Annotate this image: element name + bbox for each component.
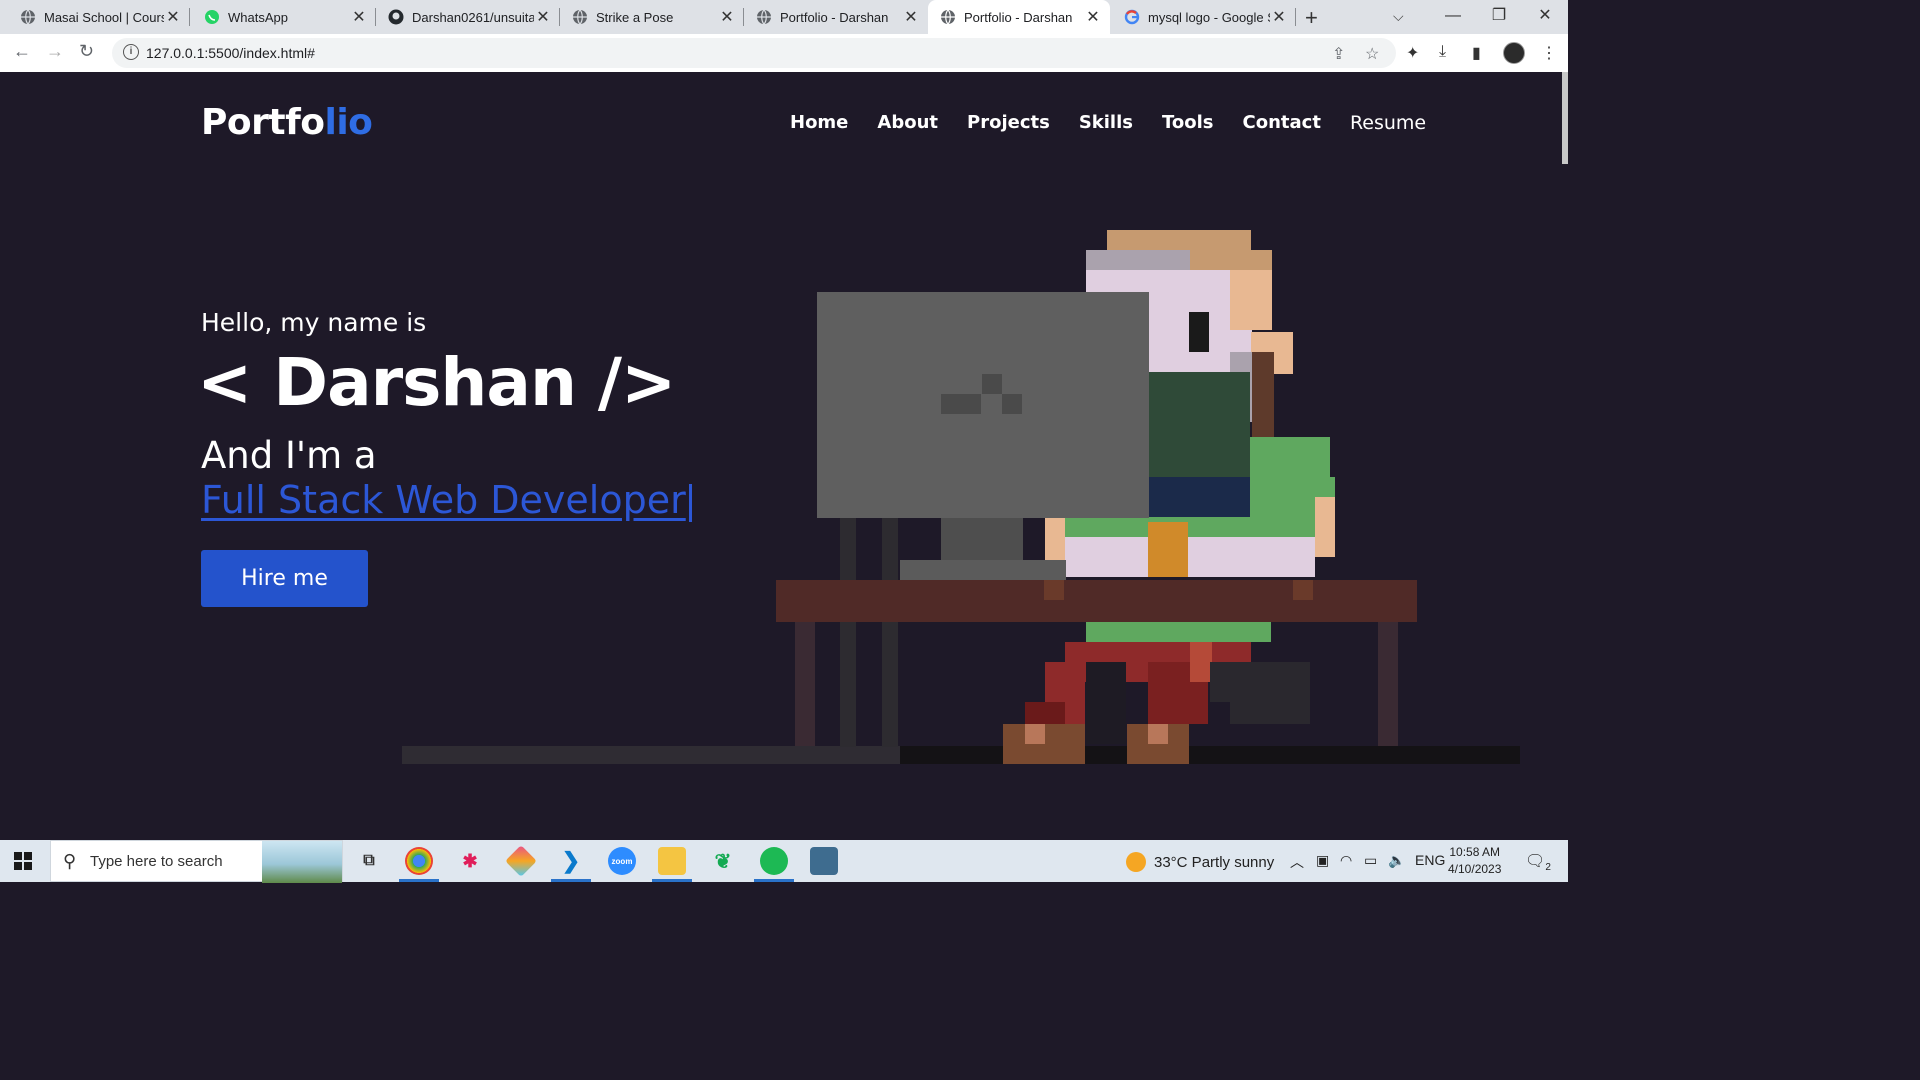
minimize-button[interactable]: — <box>1430 0 1476 34</box>
window-controls: — ❐ ✕ <box>1430 0 1568 34</box>
close-tab-icon[interactable]: ✕ <box>1084 7 1102 27</box>
close-tab-icon[interactable]: ✕ <box>164 7 182 27</box>
tab-title: Masai School | Course <box>44 9 164 25</box>
close-tab-icon[interactable]: ✕ <box>534 7 552 27</box>
tab-github[interactable]: Darshan0261/unsuita ✕ <box>368 0 560 34</box>
nav-skills[interactable]: Skills <box>1079 112 1133 134</box>
intro-text: And I'm a <box>201 434 377 477</box>
tab-title: WhatsApp <box>228 9 288 25</box>
git-icon[interactable] <box>505 845 537 877</box>
search-placeholder: Type here to search <box>90 853 223 870</box>
logo-main-text: Portfo <box>201 102 325 143</box>
weather-widget[interactable]: 33°C Partly sunny <box>1126 852 1274 872</box>
language-indicator[interactable]: ENG <box>1415 852 1445 868</box>
tab-mysql-search[interactable]: mysql logo - Google S ✕ <box>1104 0 1296 34</box>
share-icon[interactable]: ⇪ <box>1332 44 1345 64</box>
search-highlight-image <box>262 841 342 883</box>
notification-center-icon[interactable]: 🗨2 <box>1525 851 1551 873</box>
close-tab-icon[interactable]: ✕ <box>350 7 368 27</box>
side-panel-icon[interactable]: ▮ <box>1472 43 1481 63</box>
menu-kebab-icon[interactable]: ⋮ <box>1541 43 1557 63</box>
whatsapp-icon <box>205 10 219 24</box>
taskbar-search-box[interactable]: ⚲ Type here to search <box>50 840 343 883</box>
system-clock[interactable]: 10:58 AM 4/10/2023 <box>1448 844 1501 878</box>
tab-title: mysql logo - Google S <box>1148 9 1270 25</box>
page-scrollbar[interactable] <box>1562 72 1568 164</box>
volume-icon[interactable]: 🔈 <box>1388 852 1405 869</box>
nav-projects[interactable]: Projects <box>967 112 1050 134</box>
weather-text: 33°C Partly sunny <box>1154 853 1275 871</box>
address-bar[interactable]: i 127.0.0.1:5500/index.html# ⇪ ☆ <box>112 38 1396 68</box>
nav-tools[interactable]: Tools <box>1162 112 1214 134</box>
close-tab-icon[interactable]: ✕ <box>718 7 736 27</box>
tab-search-chevron-icon[interactable]: ⌵ <box>1393 8 1404 25</box>
forward-arrow-icon[interactable]: → <box>46 41 64 62</box>
hire-me-button[interactable]: Hire me <box>201 550 368 607</box>
reload-icon[interactable]: ↻ <box>79 41 94 62</box>
close-window-button[interactable]: ✕ <box>1522 0 1568 34</box>
vscode-icon[interactable]: ❯ <box>551 847 591 882</box>
tab-title: Portfolio - Darshan <box>780 9 889 25</box>
partly-sunny-icon <box>1126 852 1146 872</box>
windows-start-icon[interactable] <box>14 852 32 870</box>
browser-tab-strip: Masai School | Course ✕ WhatsApp ✕ Darsh… <box>0 0 1568 34</box>
battery-icon[interactable]: ▭ <box>1364 852 1377 869</box>
tab-portfolio-1[interactable]: Portfolio - Darshan ✕ <box>736 0 928 34</box>
nav-resume[interactable]: Resume <box>1350 112 1426 134</box>
back-arrow-icon[interactable]: ← <box>13 41 31 62</box>
zoom-icon[interactable]: zoom <box>608 847 636 875</box>
task-view-icon[interactable]: ⧉ <box>355 847 383 875</box>
new-tab-button[interactable]: + <box>1305 5 1318 31</box>
close-tab-icon[interactable]: ✕ <box>1270 7 1288 27</box>
mysql-workbench-icon[interactable] <box>810 847 838 875</box>
bookmark-star-icon[interactable]: ☆ <box>1365 44 1379 64</box>
nav-contact[interactable]: Contact <box>1243 112 1321 134</box>
extensions-puzzle-icon[interactable]: ✦ <box>1406 43 1419 63</box>
restore-button[interactable]: ❐ <box>1476 0 1522 34</box>
tab-whatsapp[interactable]: WhatsApp ✕ <box>184 0 376 34</box>
mongodb-icon[interactable]: ❦ <box>709 847 737 875</box>
tab-portfolio-active[interactable]: Portfolio - Darshan ✕ <box>928 0 1110 34</box>
file-explorer-icon[interactable] <box>652 847 692 882</box>
globe-icon <box>941 9 955 25</box>
slack-icon[interactable]: ✱ <box>456 847 484 875</box>
wifi-icon[interactable]: ◠ <box>1340 852 1352 869</box>
meet-now-icon[interactable]: ▣ <box>1316 852 1329 869</box>
nav-about[interactable]: About <box>877 112 938 134</box>
globe-icon <box>757 9 771 25</box>
tab-title: Portfolio - Darshan <box>964 9 1073 25</box>
clock-time: 10:58 AM <box>1449 845 1501 859</box>
tab-title: Darshan0261/unsuita <box>412 9 534 25</box>
windows-taskbar: ⚲ Type here to search ⧉ ✱ ❯ zoom ❦ 33°C … <box>0 840 1568 883</box>
search-icon: ⚲ <box>63 851 77 871</box>
globe-icon <box>21 9 35 25</box>
site-info-icon[interactable]: i <box>123 44 139 60</box>
pixel-art-developer-illustration <box>402 230 1520 764</box>
url-text[interactable]: 127.0.0.1:5500/index.html# <box>146 45 315 61</box>
globe-icon <box>573 9 587 25</box>
portfolio-page: Portfolio Home About Projects Skills Too… <box>0 72 1568 840</box>
main-nav: Home About Projects Skills Tools Contact… <box>790 112 1426 134</box>
tab-title: Strike a Pose <box>596 9 674 25</box>
notification-count: 2 <box>1545 862 1551 874</box>
spotify-icon[interactable] <box>754 847 794 882</box>
browser-toolbar: ← → ↻ i 127.0.0.1:5500/index.html# ⇪ ☆ ✦… <box>0 34 1568 73</box>
greeting-text: Hello, my name is <box>201 308 427 337</box>
clock-date: 4/10/2023 <box>1448 862 1502 876</box>
download-icon[interactable]: ⤓ <box>1439 43 1446 61</box>
site-logo[interactable]: Portfolio <box>201 102 373 143</box>
tab-strike-a-pose[interactable]: Strike a Pose ✕ <box>552 0 744 34</box>
close-tab-icon[interactable]: ✕ <box>902 7 920 27</box>
google-icon <box>1124 9 1140 25</box>
github-icon <box>388 9 404 25</box>
nav-home[interactable]: Home <box>790 112 848 134</box>
logo-accent-text: lio <box>324 102 373 143</box>
chrome-icon[interactable] <box>399 847 439 882</box>
show-hidden-icons-chevron-icon[interactable]: ︿ <box>1290 852 1304 872</box>
tab-masai-school[interactable]: Masai School | Course ✕ <box>0 0 190 34</box>
profile-avatar[interactable] <box>1503 42 1525 64</box>
